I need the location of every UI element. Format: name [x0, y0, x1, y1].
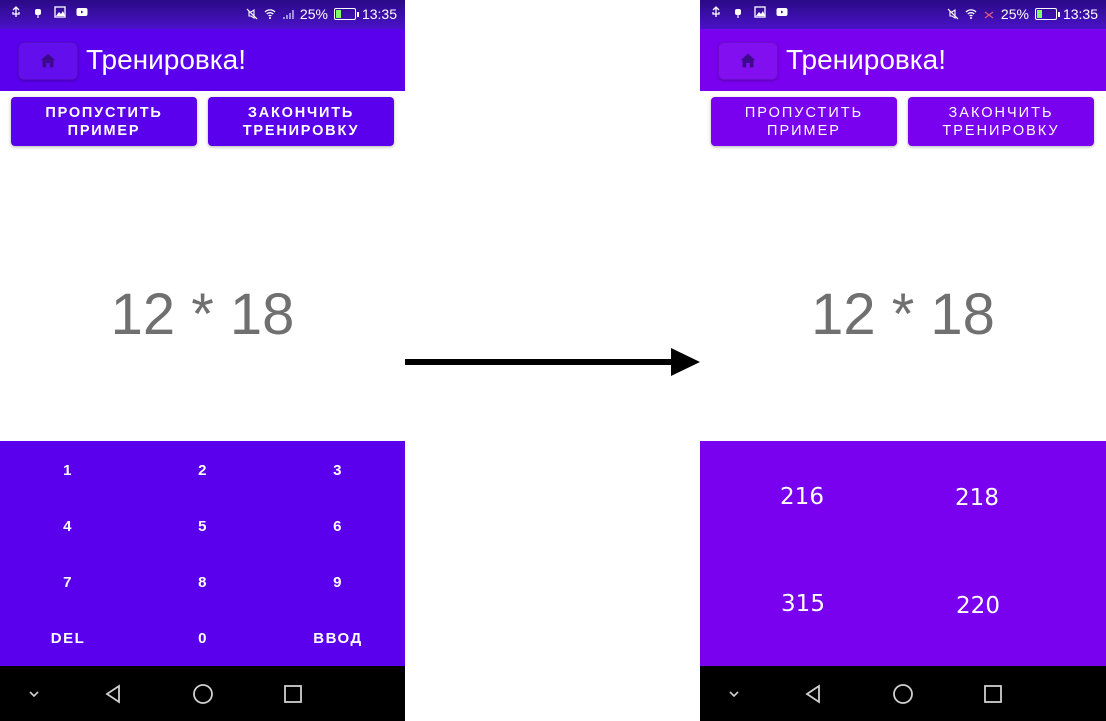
- image-icon: [754, 6, 766, 18]
- enter-key[interactable]: ВВОД: [283, 618, 393, 658]
- battery-percent: 25%: [1000, 6, 1029, 22]
- back-icon[interactable]: [101, 682, 125, 706]
- image-icon: [54, 6, 66, 18]
- collapse-icon[interactable]: [22, 682, 46, 706]
- recents-icon[interactable]: [281, 682, 305, 706]
- android-debug-icon: [32, 6, 44, 18]
- no-signal-icon: [282, 8, 294, 20]
- app-bar: Тренировка!: [0, 29, 405, 91]
- numeric-keypad: 1 2 3 4 5 6 7 8 9 DEL 0 ВВОД: [0, 441, 405, 666]
- home-icon: [40, 53, 56, 68]
- page-title: Тренировка!: [86, 44, 247, 75]
- usb-icon: [10, 6, 22, 18]
- clock: 13:35: [361, 6, 397, 22]
- system-nav-bar: [700, 666, 1106, 721]
- home-button[interactable]: [18, 42, 78, 80]
- home-button[interactable]: [718, 42, 778, 80]
- math-problem: 12 * 18: [811, 282, 995, 347]
- android-debug-icon: [732, 6, 744, 18]
- back-icon[interactable]: [801, 682, 825, 706]
- answer-option[interactable]: 220: [918, 586, 1038, 626]
- action-buttons: ПРОПУСТИТЬ ПРИМЕР ЗАКОНЧИТЬ ТРЕНИРОВКУ: [700, 97, 1106, 147]
- skip-example-button[interactable]: ПРОПУСТИТЬ ПРИМЕР: [11, 97, 197, 146]
- status-bar: 25% 13:35: [0, 0, 405, 29]
- math-problem: 12 * 18: [110, 282, 295, 347]
- finish-training-button[interactable]: ЗАКОНЧИТЬ ТРЕНИРОВКУ: [908, 97, 1094, 146]
- answer-option[interactable]: 218: [917, 478, 1037, 518]
- collapse-icon[interactable]: [722, 682, 746, 706]
- action-buttons: ПРОПУСТИТЬ ПРИМЕР ЗАКОНЧИТЬ ТРЕНИРОВКУ: [0, 97, 405, 147]
- app-bar: Тренировка!: [700, 29, 1106, 91]
- battery-icon: [333, 8, 359, 20]
- home-circle-icon[interactable]: [891, 682, 915, 706]
- key-0[interactable]: 0: [148, 618, 258, 658]
- phone-screen-answers-mode: 25% 13:35 Тренировка! ПРОПУСТИТЬ ПРИМЕР …: [700, 0, 1106, 721]
- clock: 13:35: [1062, 6, 1098, 22]
- usb-icon: [710, 6, 722, 18]
- battery-percent: 25%: [299, 6, 328, 22]
- page-title: Тренировка!: [786, 44, 947, 75]
- mute-icon: [246, 8, 258, 20]
- recents-icon[interactable]: [981, 682, 1005, 706]
- transition-arrow-icon: [405, 348, 700, 376]
- no-signal-icon: [983, 8, 995, 20]
- home-circle-icon[interactable]: [191, 682, 215, 706]
- finish-training-button[interactable]: ЗАКОНЧИТЬ ТРЕНИРОВКУ: [208, 97, 394, 146]
- mute-icon: [947, 8, 959, 20]
- youtube-icon: [76, 6, 88, 18]
- home-icon: [740, 53, 756, 68]
- key-9[interactable]: 9: [283, 562, 393, 602]
- answer-option[interactable]: 216: [742, 477, 862, 517]
- key-7[interactable]: 7: [13, 562, 123, 602]
- status-bar: 25% 13:35: [700, 0, 1106, 29]
- system-nav-bar: [0, 666, 405, 721]
- key-1[interactable]: 1: [13, 450, 123, 490]
- wifi-icon: [264, 8, 276, 20]
- key-4[interactable]: 4: [13, 506, 123, 546]
- key-5[interactable]: 5: [148, 506, 258, 546]
- battery-icon: [1034, 8, 1060, 20]
- key-6[interactable]: 6: [283, 506, 393, 546]
- delete-key[interactable]: DEL: [13, 618, 123, 658]
- skip-example-button[interactable]: ПРОПУСТИТЬ ПРИМЕР: [711, 97, 897, 146]
- youtube-icon: [776, 6, 788, 18]
- answer-options: 216 218 315 220: [700, 441, 1106, 666]
- wifi-icon: [965, 8, 977, 20]
- key-2[interactable]: 2: [148, 450, 258, 490]
- key-8[interactable]: 8: [148, 562, 258, 602]
- answer-option[interactable]: 315: [743, 584, 863, 624]
- phone-screen-keypad-mode: 25% 13:35 Тренировка! ПРОПУСТИТЬ ПРИМЕР …: [0, 0, 405, 721]
- key-3[interactable]: 3: [283, 450, 393, 490]
